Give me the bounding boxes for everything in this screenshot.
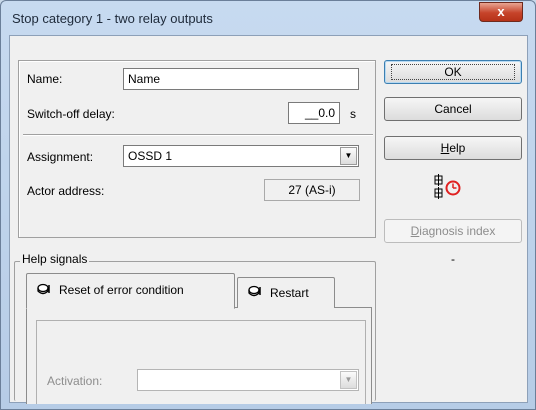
help-button[interactable]: Help xyxy=(384,136,522,160)
settings-panel: Name: Name Switch-off delay: __0.0 s Ass… xyxy=(18,60,376,238)
close-button[interactable]: x xyxy=(479,2,523,22)
tab-restart[interactable]: Restart xyxy=(237,277,335,308)
switch-off-delay-label: Switch-off delay: xyxy=(27,107,115,121)
activation-box: Activation: ▼ xyxy=(36,320,366,404)
actor-address-value: 27 (AS-i) xyxy=(264,179,360,201)
close-icon: x xyxy=(497,4,505,19)
name-field[interactable]: Name xyxy=(123,68,359,90)
cancel-button-label: Cancel xyxy=(434,102,472,116)
activation-select[interactable]: ▼ xyxy=(137,369,359,391)
diagnosis-mnemonic: D xyxy=(410,224,420,238)
relay-timer-icon xyxy=(434,174,466,202)
pushbutton-icon xyxy=(248,285,261,297)
tab-reset-label: Reset of error condition xyxy=(59,283,184,297)
ok-button[interactable]: OK xyxy=(384,60,522,84)
diagnosis-index-value: - xyxy=(451,252,455,266)
assignment-select[interactable]: OSSD 1 ▼ xyxy=(123,145,359,167)
window-title: Stop category 1 - two relay outputs xyxy=(12,11,213,26)
ok-button-label: OK xyxy=(391,64,515,80)
activation-label: Activation: xyxy=(47,374,103,388)
name-label: Name: xyxy=(27,72,63,86)
diagnosis-index-button[interactable]: Diagnosis index xyxy=(384,219,522,243)
dialog-client-area: Name: Name Switch-off delay: __0.0 s Ass… xyxy=(9,35,528,404)
chevron-down-icon[interactable]: ▼ xyxy=(340,147,357,165)
dialog-window: Stop category 1 - two relay outputs x Na… xyxy=(0,0,536,410)
assignment-value: OSSD 1 xyxy=(128,149,173,163)
actor-address-label: Actor address: xyxy=(27,184,105,198)
delay-unit-label: s xyxy=(350,107,356,121)
divider xyxy=(23,134,373,136)
cancel-button[interactable]: Cancel xyxy=(384,97,522,121)
assignment-label: Assignment: xyxy=(27,150,94,164)
title-bar[interactable]: Stop category 1 - two relay outputs x xyxy=(1,1,535,35)
help-signals-title: Help signals xyxy=(20,252,90,266)
tab-restart-label: Restart xyxy=(270,286,309,300)
diagnosis-index-label: iagnosis index xyxy=(419,224,496,238)
switch-off-delay-field[interactable]: __0.0 xyxy=(288,102,340,124)
help-button-label: elp xyxy=(449,141,466,155)
pushbutton-icon xyxy=(37,283,50,295)
tab-reset-of-error-condition[interactable]: Reset of error condition xyxy=(26,273,235,309)
chevron-down-icon[interactable]: ▼ xyxy=(340,371,357,389)
